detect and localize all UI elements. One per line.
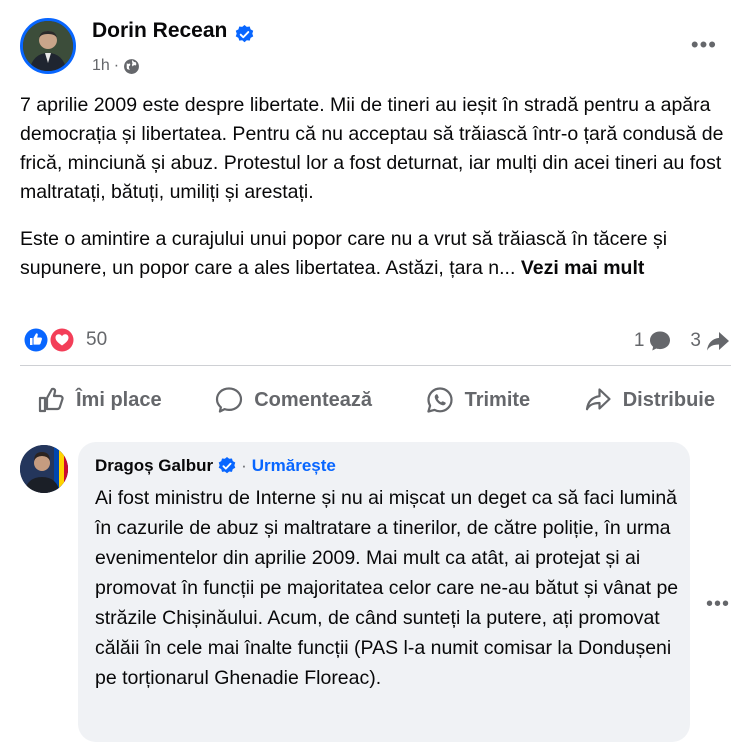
reaction-icons[interactable] <box>20 326 80 354</box>
post-options-button[interactable]: ••• <box>691 34 717 56</box>
send-button[interactable]: Trimite <box>409 378 547 422</box>
share-label: Distribuie <box>622 388 715 411</box>
follow-separator: · <box>241 456 247 475</box>
share-arrow-icon <box>707 332 729 351</box>
thumbs-up-icon <box>38 387 64 413</box>
share-button[interactable]: Distribuie <box>567 378 731 422</box>
engagement-counts: 1 3 <box>620 329 731 353</box>
post-paragraph-1: 7 aprilie 2009 este despre libertate. Mi… <box>20 94 724 203</box>
whatsapp-icon <box>426 387 453 413</box>
comment-header: Dragoș Galbur · Urmărește <box>95 456 336 476</box>
verified-badge-icon <box>235 25 254 43</box>
comments-count: 1 <box>633 330 645 351</box>
shares-count-link[interactable]: 3 <box>690 329 731 353</box>
comment-text: Ai fost ministru de Interne și nu ai miș… <box>95 487 679 689</box>
globe-icon <box>124 58 140 74</box>
commenter-photo <box>20 445 68 493</box>
comment-options-button[interactable]: ••• <box>706 594 730 614</box>
like-label: Îmi place <box>76 388 162 411</box>
speech-bubble-icon <box>216 387 243 413</box>
like-button[interactable]: Îmi place <box>20 378 178 422</box>
action-divider <box>20 365 731 366</box>
post-meta: 1h · <box>92 57 140 75</box>
love-reaction-icon <box>49 327 75 353</box>
reactions-count[interactable]: 50 <box>86 329 107 351</box>
like-reaction-icon <box>23 327 49 353</box>
post-paragraph-2: Este o amintire a curajului unui popor c… <box>20 225 732 283</box>
commenter-avatar[interactable] <box>20 445 68 493</box>
author-photo <box>23 21 73 71</box>
see-more-link[interactable]: Vezi mai mult <box>521 257 645 279</box>
share-icon <box>585 388 611 411</box>
send-label: Trimite <box>464 388 531 411</box>
follow-button[interactable]: Urmărește <box>252 456 336 476</box>
action-bar: Îmi place Comentează Trimite Distribuie <box>20 378 731 422</box>
author-name[interactable]: Dorin Recean <box>92 19 227 43</box>
meta-separator: · <box>113 57 120 74</box>
shares-count: 3 <box>690 330 701 351</box>
author-avatar[interactable] <box>20 18 76 74</box>
comment-label: Comentează <box>254 388 372 411</box>
verified-badge-icon <box>218 457 236 474</box>
comments-count-link[interactable]: 1 <box>634 329 673 353</box>
commenter-name[interactable]: Dragoș Galbur <box>95 456 213 476</box>
comment-icon <box>650 331 671 351</box>
comment-button[interactable]: Comentează <box>198 378 388 422</box>
post-time[interactable]: 1h <box>92 57 110 75</box>
